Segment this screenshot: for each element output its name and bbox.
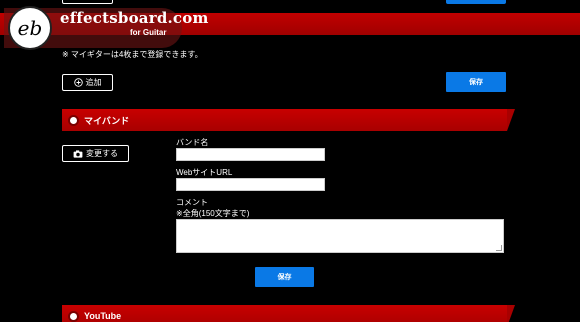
guitar-limit-notice: ※ マイギターは4枚まで登録できます。 [62,50,203,59]
logo-mark: eb [17,16,43,40]
band-section-header: マイバンド [62,109,515,131]
logo-name: effectsboard.com [60,9,209,27]
add-guitar-button[interactable]: 追加 [62,74,113,91]
band-save-label: 保存 [277,274,292,281]
comment-textarea[interactable] [176,219,504,253]
comment-label: コメント [176,198,208,207]
band-name-label: バンド名 [176,138,209,147]
guitar-save-label: 保存 [469,79,483,86]
site-logo[interactable]: eb effectsboard.com for Guitar [0,0,208,50]
youtube-section-title: YouTube [84,311,122,321]
guitar-save-button[interactable]: 保存 [446,72,506,92]
camera-icon [73,149,83,158]
band-name-input[interactable] [176,148,325,161]
change-photo-button[interactable]: 変更する [62,145,129,162]
website-url-input[interactable] [176,178,325,191]
logo-tagline: for Guitar [130,28,167,37]
youtube-section-header: YouTube [62,305,515,322]
section-bullet-icon [68,310,79,322]
comment-hint: ※全角(150文字まで) [176,209,250,218]
logo-mark-icon: eb [8,6,52,50]
band-save-button[interactable]: 保存 [255,267,314,287]
plus-circle-icon [73,78,83,87]
section-bullet-icon [68,114,79,126]
top-save-button-edge[interactable] [446,0,506,4]
website-url-label: WebサイトURL [176,168,233,177]
resize-handle-icon[interactable] [496,245,502,251]
add-guitar-label: 追加 [85,78,102,87]
change-photo-label: 変更する [86,149,118,158]
band-section-title: マイバンド [84,115,130,126]
